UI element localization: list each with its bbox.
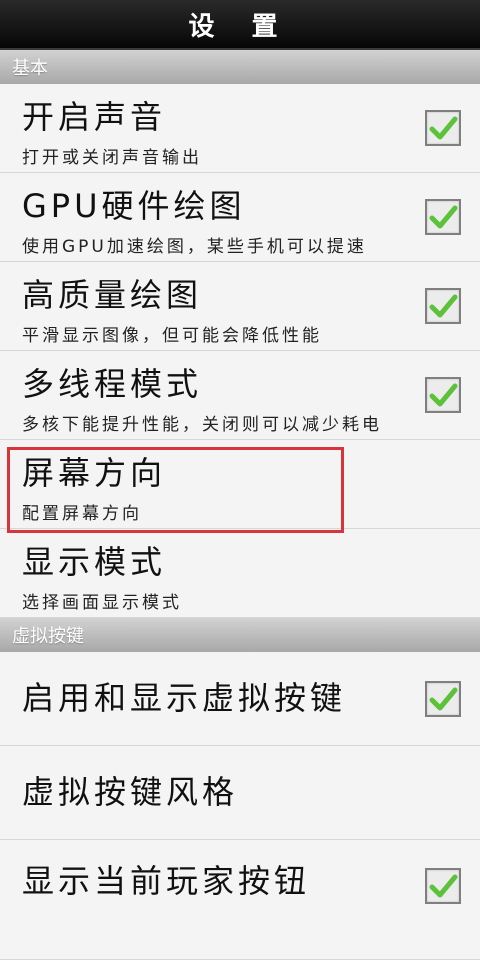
setting-high-quality[interactable]: 高质量绘图 平滑显示图像，但可能会降低性能 bbox=[0, 262, 480, 351]
setting-virtual-key-style[interactable]: 虚拟按键风格 bbox=[0, 746, 480, 840]
checkmark-icon bbox=[429, 294, 458, 318]
high-quality-checkbox[interactable] bbox=[425, 288, 461, 324]
section-header-label: 虚拟按键 bbox=[12, 626, 84, 647]
setting-title: 启用和显示虚拟按键 bbox=[22, 678, 347, 717]
checkmark-icon bbox=[429, 383, 458, 407]
setting-title: GPU硬件绘图 bbox=[22, 187, 246, 225]
setting-title: 显示模式 bbox=[22, 543, 167, 581]
setting-summary: 打开或关闭声音输出 bbox=[22, 148, 202, 169]
page-title: 设 置 bbox=[188, 11, 292, 42]
checkmark-icon bbox=[429, 874, 458, 898]
setting-summary: 选择画面显示模式 bbox=[22, 593, 182, 614]
setting-title: 显示当前玩家按钮 bbox=[22, 862, 311, 900]
player-button-checkbox[interactable] bbox=[425, 868, 461, 904]
checkmark-icon bbox=[429, 205, 458, 229]
setting-show-player-button[interactable]: 显示当前玩家按钮 bbox=[0, 840, 480, 960]
setting-summary: 使用GPU加速绘图，某些手机可以提速 bbox=[22, 237, 367, 258]
setting-title: 开启声音 bbox=[22, 98, 167, 136]
gpu-checkbox[interactable] bbox=[425, 199, 461, 235]
setting-title: 屏幕方向 bbox=[22, 454, 167, 492]
setting-summary: 平滑显示图像，但可能会降低性能 bbox=[22, 326, 322, 347]
title-bar: 设 置 bbox=[0, 0, 480, 50]
setting-title: 多线程模式 bbox=[22, 365, 203, 403]
section-header-label: 基本 bbox=[12, 58, 48, 79]
setting-summary: 多核下能提升性能，关闭则可以减少耗电 bbox=[22, 415, 382, 436]
setting-sound[interactable]: 开启声音 打开或关闭声音输出 bbox=[0, 84, 480, 173]
setting-multithread[interactable]: 多线程模式 多核下能提升性能，关闭则可以减少耗电 bbox=[0, 351, 480, 440]
setting-enable-virtual-keys[interactable]: 启用和显示虚拟按键 bbox=[0, 652, 480, 746]
multithread-checkbox[interactable] bbox=[425, 377, 461, 413]
virtual-keys-checkbox[interactable] bbox=[425, 680, 461, 717]
checkmark-icon bbox=[429, 687, 458, 710]
section-header-virtual-keys: 虚拟按键 bbox=[0, 618, 480, 652]
setting-title: 高质量绘图 bbox=[22, 276, 203, 314]
setting-gpu-drawing[interactable]: GPU硬件绘图 使用GPU加速绘图，某些手机可以提速 bbox=[0, 173, 480, 262]
setting-summary: 配置屏幕方向 bbox=[22, 504, 142, 525]
checkmark-icon bbox=[429, 116, 458, 140]
setting-screen-orientation[interactable]: 屏幕方向 配置屏幕方向 bbox=[0, 440, 480, 529]
setting-title: 虚拟按键风格 bbox=[22, 772, 239, 811]
sound-checkbox[interactable] bbox=[425, 110, 461, 146]
section-header-basic: 基本 bbox=[0, 50, 480, 84]
setting-display-mode[interactable]: 显示模式 选择画面显示模式 bbox=[0, 529, 480, 618]
